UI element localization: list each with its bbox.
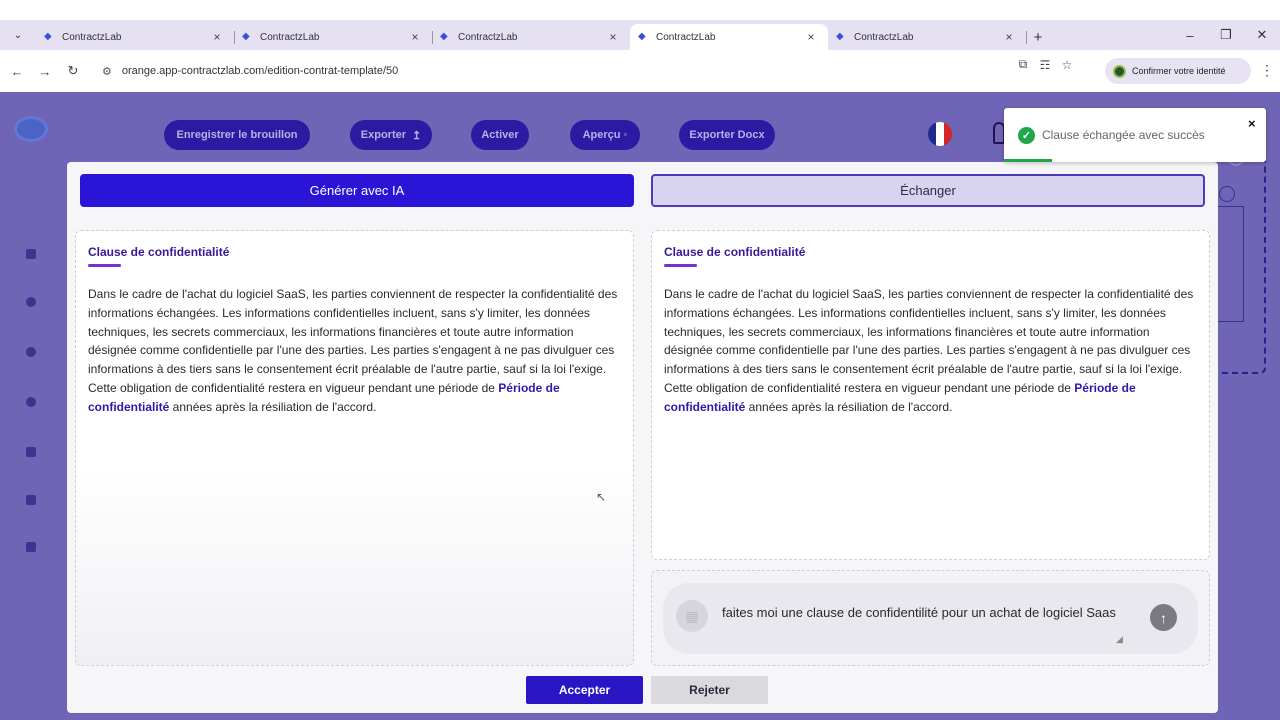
new-tab-plus-icon[interactable]: + [1026, 24, 1050, 50]
export-label: Exporter [360, 129, 407, 141]
export-docx-button[interactable]: Exporter Docx [679, 120, 775, 150]
clause-text: Dans le cadre de l'achat du logiciel Saa… [664, 285, 1200, 417]
sidebar-users-icon[interactable] [26, 397, 36, 407]
browser-tab-4-active[interactable]: ◆ ContractzLab × [630, 24, 828, 50]
translate-icon[interactable]: ☶ [1034, 58, 1056, 72]
browser-tab-5[interactable]: ◆ ContractzLab × [828, 24, 1027, 50]
tab-close-icon[interactable]: × [804, 30, 818, 44]
clause-text: Dans le cadre de l'achat du logiciel Saa… [88, 285, 624, 417]
sidebar-book-icon[interactable] [26, 495, 36, 505]
sidebar-document-icon[interactable] [26, 249, 36, 259]
mouse-cursor-icon: ↖ [596, 490, 607, 504]
success-toast: ✓ Clause échangée avec succès × [1004, 108, 1266, 162]
clause-text-part: Dans le cadre de l'achat du logiciel Saa… [88, 287, 618, 395]
contractzlab-favicon-icon: ◆ [44, 31, 52, 42]
contractzlab-logo[interactable] [14, 116, 48, 142]
tab-separator [1026, 31, 1027, 44]
confirm-identity-button[interactable]: Confirmer votre identité [1105, 58, 1251, 84]
omnibox-actions: ⧉ ☶ ☆ [1012, 57, 1078, 72]
forward-arrow-icon[interactable]: → [34, 64, 56, 79]
tab-title: ContractzLab [458, 31, 518, 43]
browser-menu-kebab-icon[interactable]: ⋮ [1260, 62, 1274, 79]
install-app-icon[interactable]: ⧉ [1012, 57, 1034, 72]
tab-title: ContractzLab [854, 31, 914, 43]
tab-close-icon[interactable]: × [606, 30, 620, 44]
resize-handle-icon[interactable]: ◢ [1116, 634, 1123, 645]
window-controls: – ❐ ✕ [1172, 20, 1280, 50]
contractzlab-favicon-icon: ◆ [638, 31, 646, 42]
back-arrow-icon[interactable]: ← [6, 64, 28, 79]
clause-text-part: Dans le cadre de l'achat du logiciel Saa… [664, 287, 1194, 395]
send-arrow-icon[interactable]: ↑ [1150, 604, 1177, 631]
sidebar-settings-icon[interactable] [26, 347, 36, 357]
clause-title-underline [88, 264, 121, 267]
tab-title: ContractzLab [62, 31, 122, 43]
tab-close-icon[interactable]: × [1002, 30, 1016, 44]
background-close-icon [1219, 186, 1235, 202]
clause-title-underline [664, 264, 697, 267]
toast-message: Clause échangée avec succès [1042, 128, 1205, 142]
reject-button[interactable]: Rejeter [651, 676, 768, 704]
tab-title: ContractzLab [260, 31, 320, 43]
browser-address-bar: ← → ↻ ⚙ orange.app-contractzlab.com/edit… [0, 50, 1280, 92]
contractzlab-favicon-icon: ◆ [440, 31, 448, 42]
background-box [1216, 206, 1244, 322]
generated-clause-card: Clause de confidentialité Dans le cadre … [75, 230, 634, 666]
french-flag-icon[interactable] [928, 122, 952, 146]
tab-close-icon[interactable]: × [408, 30, 422, 44]
tab-title: ContractzLab [656, 31, 716, 43]
url-input[interactable]: ⚙ orange.app-contractzlab.com/edition-co… [96, 57, 1076, 85]
clause-text-part: années après la résiliation de l'accord. [169, 399, 377, 414]
toast-progress-bar [1004, 159, 1052, 162]
preview-button[interactable]: Aperçu ◦ [570, 120, 640, 150]
clause-title: Clause de confidentialité [664, 245, 806, 259]
sidebar-globe-icon[interactable] [26, 297, 36, 307]
reload-icon[interactable]: ↻ [62, 63, 84, 79]
contractzlab-favicon-icon: ◆ [836, 31, 844, 42]
check-circle-icon: ✓ [1018, 127, 1035, 144]
restore-icon[interactable]: ❐ [1208, 27, 1244, 43]
activate-button[interactable]: Activer [471, 120, 529, 150]
contractzlab-favicon-icon: ◆ [242, 31, 250, 42]
save-draft-button[interactable]: Enregistrer le brouillon [164, 120, 310, 150]
eye-icon: ◦ [623, 129, 628, 141]
browser-tab-2[interactable]: ◆ ContractzLab × [234, 24, 433, 50]
identity-label: Confirmer votre identité [1132, 66, 1226, 76]
tab-close-icon[interactable]: × [210, 30, 224, 44]
clause-title: Clause de confidentialité [88, 245, 230, 259]
browser-tab-3[interactable]: ◆ ContractzLab × [432, 24, 630, 50]
minimize-icon[interactable]: – [1172, 28, 1208, 43]
swap-tab[interactable]: Échanger [651, 174, 1205, 207]
preview-label: Aperçu [582, 129, 621, 141]
sidebar-folder-icon[interactable] [26, 447, 36, 457]
site-settings-icon[interactable]: ⚙ [102, 65, 112, 78]
download-icon: ↥ [412, 129, 422, 142]
browser-tab-strip: ⌄ ◆ ContractzLab × ◆ ContractzLab × ◆ Co… [0, 20, 1280, 50]
url-text: orange.app-contractzlab.com/edition-cont… [121, 65, 399, 77]
toast-close-icon[interactable]: × [1248, 116, 1256, 131]
generate-with-ai-tab[interactable]: Générer avec IA [80, 174, 634, 207]
export-button[interactable]: Exporter ↥ [350, 120, 432, 150]
sidebar-file-icon[interactable] [26, 542, 36, 552]
accept-button[interactable]: Accepter [526, 676, 643, 704]
browser-tab-1[interactable]: ◆ ContractzLab × [36, 24, 235, 50]
clause-text-part: années après la résiliation de l'accord. [745, 399, 953, 414]
ai-assistant-icon: ▦ [676, 600, 708, 632]
profile-avatar-icon [1113, 64, 1126, 78]
tab-search-chevron-icon[interactable]: ⌄ [0, 20, 36, 50]
bookmark-star-icon[interactable]: ☆ [1056, 58, 1078, 72]
window-close-icon[interactable]: ✕ [1244, 27, 1280, 43]
swapped-clause-card: Clause de confidentialité Dans le cadre … [651, 230, 1210, 560]
prompt-text[interactable]: faites moi une clause de confidentilité … [722, 602, 1122, 623]
